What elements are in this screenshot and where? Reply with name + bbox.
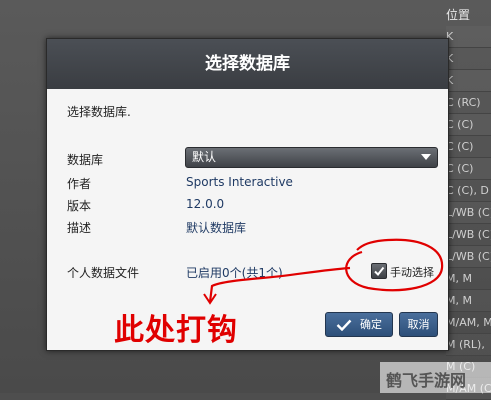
watermark-text: 鹤飞手游网 — [386, 371, 467, 390]
annotation-text: 此处打钩 — [114, 313, 238, 348]
watermark: 鹤飞手游网 — [380, 362, 491, 393]
red-annotation-marks — [203, 238, 444, 305]
